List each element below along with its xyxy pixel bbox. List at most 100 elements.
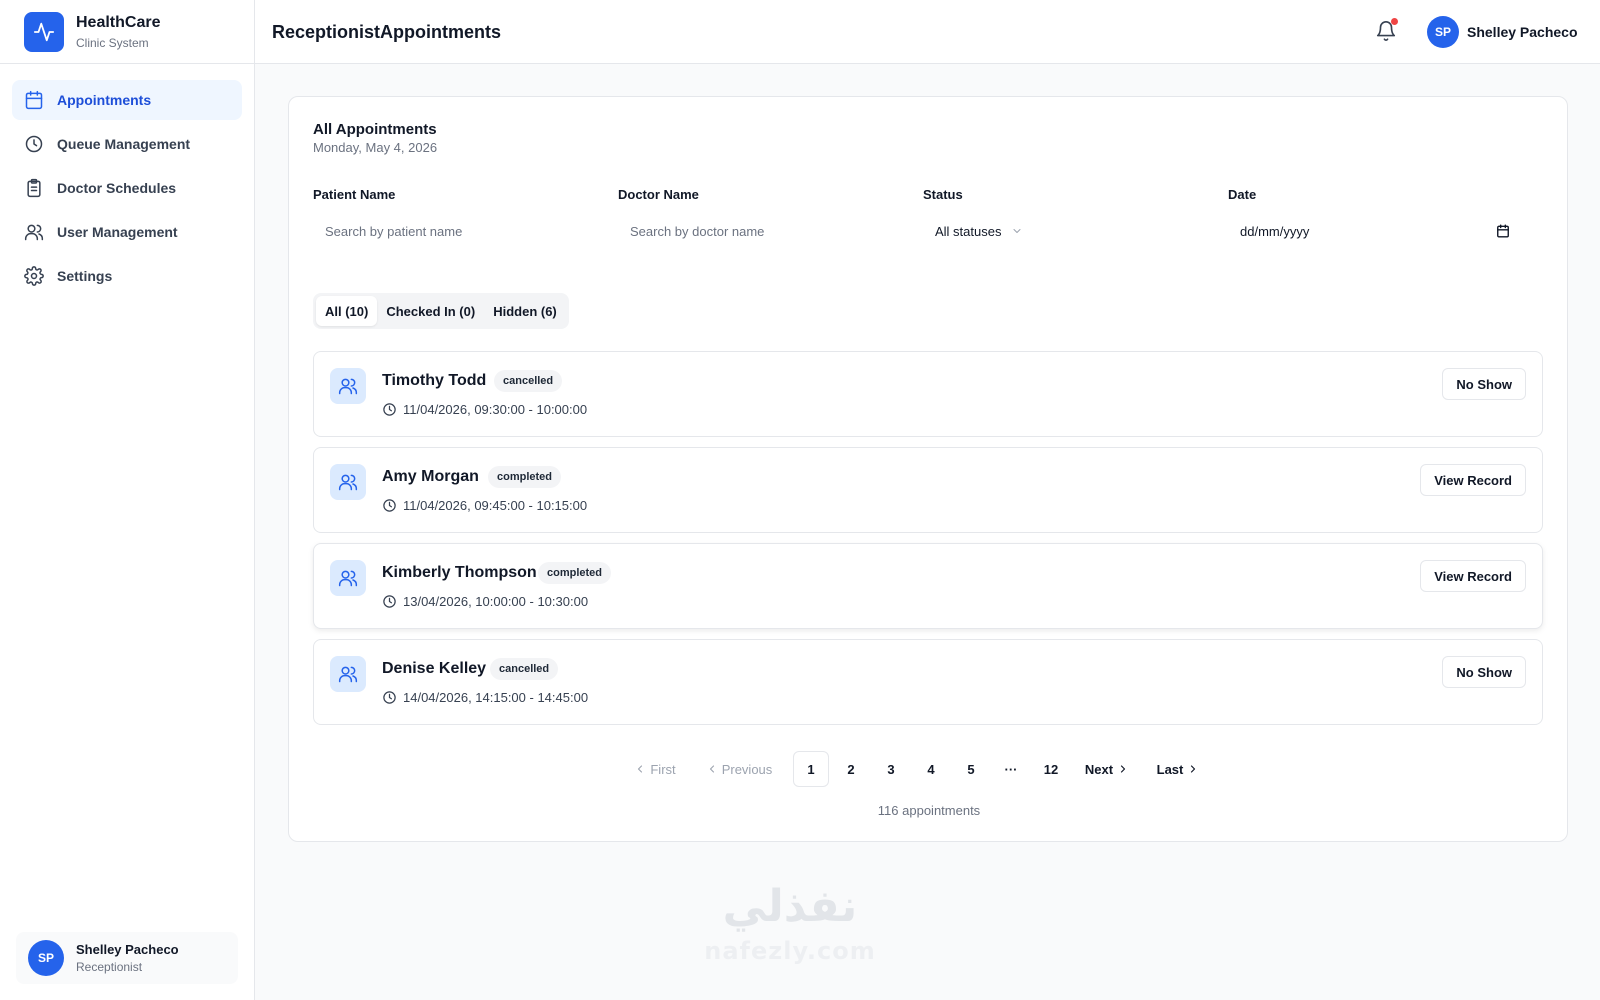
sidebar-item-user-management[interactable]: User Management	[12, 212, 242, 252]
appointment-time: 11/04/2026, 09:45:00 - 10:15:00	[382, 498, 587, 513]
doctor-search-input[interactable]	[630, 223, 890, 239]
last-page-button[interactable]: Last	[1153, 751, 1203, 787]
notification-dot	[1391, 18, 1398, 25]
avatar: SP	[1427, 16, 1459, 48]
status-badge: completed	[538, 562, 612, 584]
users-icon	[330, 368, 366, 404]
status-badge: completed	[488, 466, 562, 488]
previous-label: Previous	[721, 761, 773, 777]
appointment-time: 14/04/2026, 14:15:00 - 14:45:00	[382, 690, 588, 705]
user-menu[interactable]: SP Shelley Pacheco	[1427, 16, 1578, 48]
activity-icon	[24, 11, 64, 52]
sidebar-item-appointments[interactable]: Appointments	[12, 80, 242, 120]
clock-icon	[383, 595, 396, 608]
sidebar-item-doctor-schedules[interactable]: Doctor Schedules	[12, 168, 242, 208]
page-button-1[interactable]: 1	[793, 751, 829, 787]
status-badge: cancelled	[494, 370, 563, 392]
date-input-placeholder: dd/mm/yyyy	[1240, 223, 1310, 239]
appointment-time: 13/04/2026, 10:00:00 - 10:30:00	[382, 594, 588, 609]
chevron-down-icon	[1013, 229, 1021, 233]
tab-checked-in[interactable]: Checked In (0)	[377, 296, 484, 326]
appointment-item[interactable]: Kimberly Thompson completed 13/04/2026, …	[313, 543, 1543, 629]
sidebar-item-label: Queue Management	[57, 136, 191, 152]
avatar: SP	[28, 940, 64, 976]
sidebar-item-settings[interactable]: Settings	[12, 256, 242, 296]
sidebar-item-label: Doctor Schedules	[57, 180, 177, 196]
time-range: 11/04/2026, 09:45:00 - 10:15:00	[403, 498, 588, 513]
tab-hidden[interactable]: Hidden (6)	[484, 296, 566, 326]
watermark-arabic: نفذلي	[722, 881, 858, 932]
brand[interactable]: HealthCare Clinic System	[0, 0, 254, 64]
filter-label: Status	[923, 187, 963, 202]
doctor-filter: Doctor Name	[618, 187, 914, 248]
patient-search-input[interactable]	[325, 223, 585, 239]
status-select[interactable]: All statuses	[923, 214, 1219, 248]
no-show-button[interactable]: No Show	[1442, 368, 1526, 400]
page-button-3[interactable]: 3	[873, 751, 909, 787]
appointment-item[interactable]: Amy Morgan completed 11/04/2026, 09:45:0…	[313, 447, 1543, 533]
brand-subtitle: Clinic System	[76, 35, 149, 50]
clock-icon	[25, 135, 43, 153]
view-record-button[interactable]: View Record	[1420, 560, 1526, 592]
card-title: All Appointments	[313, 121, 437, 138]
appointments-card: All Appointments Monday, May 4, 2026 Pat…	[288, 96, 1568, 842]
user-role: Receptionist	[76, 960, 143, 974]
first-page-button[interactable]: First	[629, 751, 681, 787]
patient-name: Timothy Todd	[382, 372, 487, 389]
no-show-button[interactable]: No Show	[1442, 656, 1526, 688]
patient-name: Amy Morgan	[382, 468, 479, 485]
page-title: ReceptionistAppointments	[272, 22, 502, 42]
patient-name: Denise Kelley	[382, 660, 487, 677]
sidebar-item-label: User Management	[57, 224, 178, 240]
tab-all[interactable]: All (10)	[316, 296, 378, 326]
top-bar: ReceptionistAppointments SP Shelley Pach…	[255, 0, 1600, 64]
time-range: 14/04/2026, 14:15:00 - 14:45:00	[403, 690, 589, 705]
filter-label: Date	[1228, 187, 1257, 202]
view-record-button[interactable]: View Record	[1420, 464, 1526, 496]
sidebar-user-card[interactable]: SP Shelley Pacheco Receptionist	[16, 932, 238, 984]
page-button-2[interactable]: 2	[833, 751, 869, 787]
user-name: Shelley Pacheco	[1467, 24, 1578, 40]
sidebar-item-queue-management[interactable]: Queue Management	[12, 124, 242, 164]
next-page-button[interactable]: Next	[1079, 751, 1135, 787]
date-input[interactable]: dd/mm/yyyy	[1228, 214, 1518, 248]
appointment-item[interactable]: Denise Kelley cancelled 14/04/2026, 14:1…	[313, 639, 1543, 725]
patient-name: Kimberly Thompson	[382, 564, 537, 581]
sidebar-item-label: Appointments	[57, 92, 152, 108]
clock-icon	[383, 403, 396, 416]
page-button-4[interactable]: 4	[913, 751, 949, 787]
next-label: Next	[1084, 761, 1114, 777]
first-label: First	[650, 761, 676, 777]
filter-label: Patient Name	[313, 187, 396, 202]
page-button-12[interactable]: 12	[1033, 751, 1069, 787]
users-icon	[330, 656, 366, 692]
sidebar: HealthCare Clinic System Appointments Qu…	[0, 0, 255, 1000]
previous-page-button[interactable]: Previous	[701, 751, 777, 787]
brand-name: HealthCare	[76, 13, 161, 31]
status-select-value: All statuses	[935, 223, 1002, 239]
page-button-5[interactable]: 5	[953, 751, 989, 787]
last-label: Last	[1156, 761, 1184, 777]
date-filter: Date dd/mm/yyyy	[1228, 187, 1518, 248]
appointment-item[interactable]: Timothy Todd cancelled 11/04/2026, 09:30…	[313, 351, 1543, 437]
status-filter: Status All statuses	[923, 187, 1219, 248]
users-icon	[330, 560, 366, 596]
appointments-count: 116 appointments	[877, 803, 981, 818]
status-badge: cancelled	[490, 658, 559, 680]
watermark: نفذلي nafezly.com	[690, 878, 890, 988]
clock-icon	[383, 499, 396, 512]
patient-filter: Patient Name	[313, 187, 609, 248]
clock-icon	[383, 691, 396, 704]
chevron-right-icon	[1191, 765, 1196, 773]
users-icon	[24, 224, 44, 241]
calendar-icon[interactable]	[1496, 224, 1510, 238]
appointment-time: 11/04/2026, 09:30:00 - 10:00:00	[382, 402, 587, 417]
time-range: 13/04/2026, 10:00:00 - 10:30:00	[403, 594, 589, 609]
sidebar-nav: Appointments Queue Management Doctor Sch…	[0, 64, 254, 316]
filter-label: Doctor Name	[618, 187, 699, 202]
chevron-left-icon	[638, 765, 643, 773]
calendar-icon	[25, 90, 43, 110]
notifications-button[interactable]	[1375, 18, 1399, 44]
time-range: 11/04/2026, 09:30:00 - 10:00:00	[403, 402, 588, 417]
watermark-latin: nafezly.com	[704, 937, 876, 965]
